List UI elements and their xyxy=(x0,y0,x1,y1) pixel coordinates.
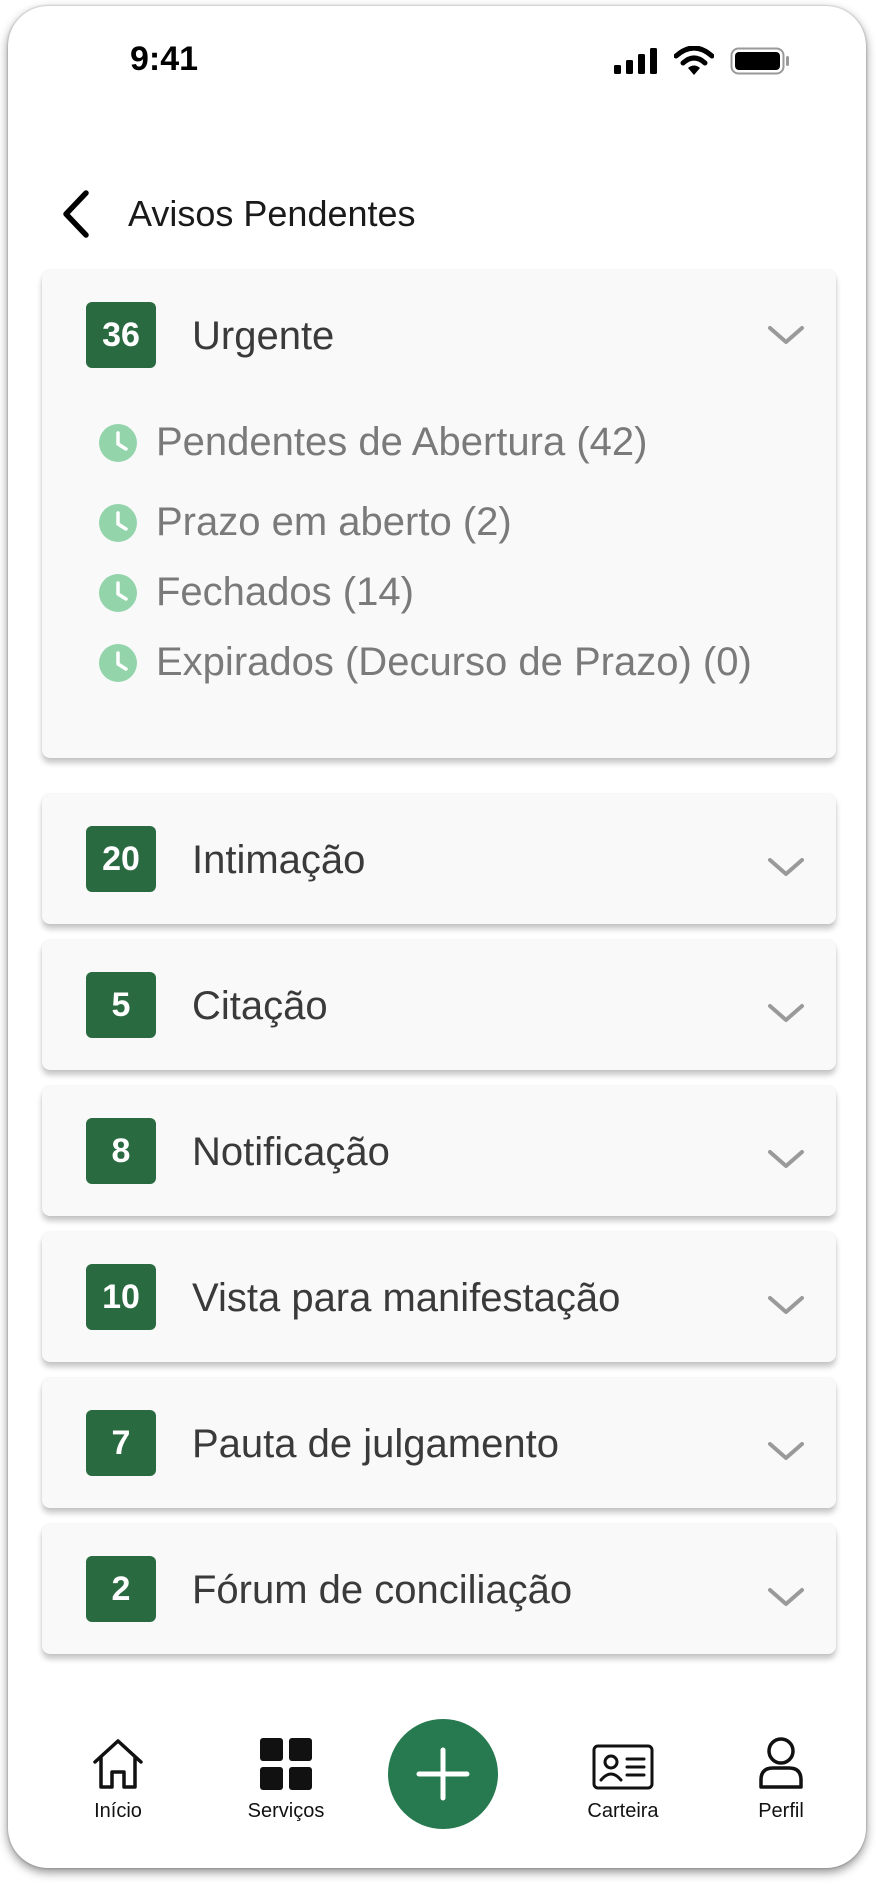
chevron-down-icon xyxy=(768,858,804,876)
status-icons xyxy=(614,46,790,76)
clock-icon xyxy=(99,573,137,612)
category-card-vista-para-manifestacao[interactable]: 10 Vista para manifestação xyxy=(42,1232,836,1362)
card-header[interactable]: 7 Pauta de julgamento xyxy=(42,1378,836,1508)
count-badge: 10 xyxy=(86,1264,156,1330)
list-item-label: Expirados (Decurso de Prazo) (0) xyxy=(156,640,752,684)
card-title: Vista para manifestação xyxy=(192,1276,621,1320)
chevron-down-icon xyxy=(768,326,804,344)
battery-icon xyxy=(730,47,789,75)
nav-item-carteira[interactable]: Carteira xyxy=(558,1732,688,1823)
clock-icon xyxy=(99,503,137,542)
count-badge: 5 xyxy=(86,972,156,1038)
plus-icon xyxy=(416,1747,470,1801)
nav-label: Serviços xyxy=(247,1800,325,1822)
category-card-intimacao[interactable]: 20 Intimação xyxy=(42,794,836,924)
list-item-label: Prazo em aberto (2) xyxy=(156,500,512,544)
nav-label: Perfil xyxy=(758,1800,804,1822)
nav-label: Carteira xyxy=(587,1800,659,1822)
card-title: Intimação xyxy=(192,838,366,882)
card-header[interactable]: 10 Vista para manifestação xyxy=(42,1232,836,1362)
card-header[interactable]: 20 Intimação xyxy=(42,794,836,924)
nav-item-perfil[interactable]: Perfil xyxy=(726,1732,836,1823)
clock-icon xyxy=(99,423,137,462)
card-title: Urgente xyxy=(192,314,335,358)
nav-item-inicio[interactable]: Início xyxy=(58,1732,178,1823)
status-time: 9:41 xyxy=(130,40,199,78)
category-card-citacao[interactable]: 5 Citação xyxy=(42,940,836,1070)
list-item[interactable]: Prazo em aberto (2) xyxy=(98,500,512,545)
chevron-down-icon xyxy=(768,1442,804,1460)
category-card-pauta-de-julgamento[interactable]: 7 Pauta de julgamento xyxy=(42,1378,836,1508)
cellular-signal-icon xyxy=(614,48,657,74)
category-card-forum-de-conciliacao[interactable]: 2 Fórum de conciliação xyxy=(42,1524,836,1654)
chevron-down-icon xyxy=(768,1150,804,1168)
card-title: Fórum de conciliação xyxy=(192,1568,573,1612)
home-icon xyxy=(93,1739,143,1789)
chevron-down-icon xyxy=(768,1004,804,1022)
list-item[interactable]: Fechados (14) xyxy=(98,570,414,615)
page-title: Avisos Pendentes xyxy=(128,193,416,234)
category-card-notificacao[interactable]: 8 Notificação xyxy=(42,1086,836,1216)
add-button[interactable] xyxy=(388,1719,498,1829)
grid-icon xyxy=(260,1738,312,1790)
chevron-left-icon xyxy=(63,190,89,238)
count-badge: 36 xyxy=(86,302,156,368)
card-title: Citação xyxy=(192,984,328,1028)
count-badge: 2 xyxy=(86,1556,156,1622)
nav-label: Início xyxy=(94,1800,142,1822)
card-title: Pauta de julgamento xyxy=(192,1422,559,1466)
card-header[interactable]: 2 Fórum de conciliação xyxy=(42,1524,836,1654)
list-item[interactable]: Pendentes de Abertura (42) xyxy=(98,420,647,465)
phone-screen: 9:41 Avisos Pendentes 36 Urgente Pendent… xyxy=(8,6,866,1868)
list-item[interactable]: Expirados (Decurso de Prazo) (0) xyxy=(98,640,752,685)
card-header[interactable]: 5 Citação xyxy=(42,940,836,1070)
bottom-navigation: Início Serviços Carteira Perfil xyxy=(8,1702,866,1842)
category-card-urgente: 36 Urgente Pendentes de Abertura (42) Pr… xyxy=(42,270,836,758)
page-header: Avisos Pendentes xyxy=(60,184,416,244)
count-badge: 7 xyxy=(86,1410,156,1476)
nav-item-servicos[interactable]: Serviços xyxy=(216,1732,356,1823)
chevron-down-icon xyxy=(768,1588,804,1606)
card-header[interactable]: 8 Notificação xyxy=(42,1086,836,1216)
chevron-down-icon xyxy=(768,1296,804,1314)
count-badge: 8 xyxy=(86,1118,156,1184)
count-badge: 20 xyxy=(86,826,156,892)
wifi-icon xyxy=(674,46,714,75)
card-header[interactable]: 36 Urgente xyxy=(42,270,836,400)
user-icon xyxy=(759,1737,803,1789)
list-item-label: Pendentes de Abertura (42) xyxy=(156,420,648,464)
id-card-icon xyxy=(592,1744,654,1790)
back-button[interactable] xyxy=(60,186,100,242)
list-item-label: Fechados (14) xyxy=(156,570,414,614)
clock-icon xyxy=(99,643,137,682)
card-title: Notificação xyxy=(192,1130,390,1174)
